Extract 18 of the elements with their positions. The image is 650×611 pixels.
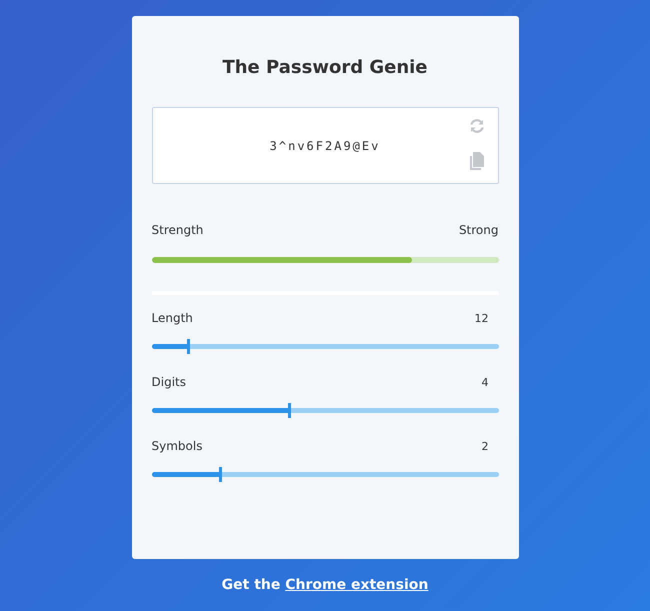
chrome-extension-link[interactable]: Chrome extension [285,577,428,593]
strength-label: Strength [152,223,204,237]
slider[interactable] [152,467,498,482]
app-title: The Password Genie [221,56,429,80]
refresh-icon[interactable] [468,117,486,135]
password-text: 3^nv6F2A9@Ev [270,138,380,152]
slider-label: Digits [152,375,186,389]
slider-value: 2 [482,440,488,452]
slider-label: Length [152,311,193,325]
slider-label: Symbols [152,439,202,453]
strength-rating: Strong [458,223,498,237]
copy-icon[interactable] [468,152,484,170]
footer-text: Get the Chrome extension [222,577,428,593]
slider[interactable] [152,403,498,418]
slider-value: 12 [474,312,488,324]
password-field[interactable]: 3^nv6F2A9@Ev [152,107,498,184]
slider[interactable] [152,339,498,354]
slider-value: 4 [482,376,488,388]
